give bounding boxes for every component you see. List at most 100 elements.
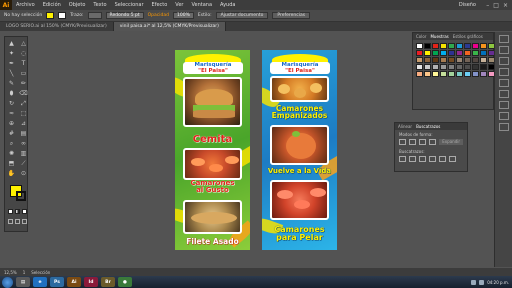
swatch-chip[interactable] [440, 50, 447, 56]
swatch-chip[interactable] [416, 64, 423, 70]
color-mode-icon[interactable] [8, 209, 13, 214]
swatch-chip[interactable] [456, 50, 463, 56]
warp-tool-icon[interactable]: ≈ [6, 109, 17, 118]
tab-estilos-graficos[interactable]: Estilos gráficos [453, 34, 483, 39]
photoshop-taskbar-icon[interactable]: Ps [50, 277, 64, 287]
swatch-chip[interactable] [424, 64, 431, 70]
swatch-chip[interactable] [456, 64, 463, 70]
tab-logo-serio[interactable]: LOGO SERIO.ai al 150% (CMYK/Previsualiza… [0, 22, 114, 31]
graph-tool-icon[interactable]: ▥ [18, 149, 29, 158]
bridge-taskbar-icon[interactable]: Br [101, 277, 115, 287]
line-tool-icon[interactable]: ╲ [6, 69, 17, 78]
artboard-number[interactable]: 1 [23, 270, 26, 275]
swatch-chip[interactable] [432, 64, 439, 70]
menu-card-green[interactable]: Marisquería "El Paisa" Cemita Camarones … [175, 50, 250, 250]
brushes-panel-icon[interactable] [498, 57, 509, 65]
minimize-icon[interactable]: – [486, 2, 489, 9]
gradient-mode-icon[interactable] [15, 209, 20, 214]
symbols-panel-icon[interactable] [498, 68, 509, 76]
swatch-chip[interactable] [432, 50, 439, 56]
menu-card-blue[interactable]: Marisquería "El Paisa" Camarones Empaniz… [262, 50, 337, 250]
swatch-chip[interactable] [456, 43, 463, 49]
menu-archivo[interactable]: Archivo [12, 2, 39, 8]
draw-inside-icon[interactable] [22, 219, 27, 224]
swatch-chip[interactable] [472, 71, 479, 77]
appearance-panel-icon[interactable] [498, 112, 509, 120]
scale-tool-icon[interactable]: ⤢ [18, 99, 29, 108]
trim-icon[interactable] [409, 156, 416, 162]
minus-back-icon[interactable] [449, 156, 456, 162]
swatch-chip[interactable] [416, 57, 423, 63]
swatch-chip[interactable] [448, 64, 455, 70]
swatches-panel-icon[interactable] [498, 46, 509, 54]
exclude-icon[interactable] [429, 139, 436, 145]
tab-buscatrazos[interactable]: Buscatrazos [416, 124, 440, 129]
menu-edicion[interactable]: Edición [39, 2, 65, 8]
swatch-chip[interactable] [464, 50, 471, 56]
fill-swatch[interactable] [46, 12, 55, 19]
swatch-chip[interactable] [480, 71, 487, 77]
workspace-label[interactable]: Diseño [459, 2, 476, 8]
swatch-chip[interactable] [472, 43, 479, 49]
swatch-chip[interactable] [480, 57, 487, 63]
swatch-chip[interactable] [464, 64, 471, 70]
brush-field[interactable]: Redondo 5 pt [105, 12, 144, 19]
swatch-chip[interactable] [432, 57, 439, 63]
menu-ver[interactable]: Ver [171, 2, 187, 8]
type-tool-icon[interactable]: T [18, 59, 29, 68]
opacity-field[interactable]: 100% [173, 12, 194, 19]
clock-time[interactable]: 04:20 p.m. [487, 280, 509, 285]
chrome-icon[interactable]: ● [118, 277, 132, 287]
stroke-panel-icon[interactable] [498, 79, 509, 87]
crop-icon[interactable] [429, 156, 436, 162]
stroke-color-icon[interactable] [16, 191, 26, 201]
swatch-chip[interactable] [448, 71, 455, 77]
swatch-chip[interactable] [448, 43, 455, 49]
tab-color[interactable]: Color [416, 34, 426, 39]
swatch-chip[interactable] [416, 43, 423, 49]
stroke-swatch[interactable] [58, 12, 67, 19]
tab-vinil-paisa[interactable]: vinil paisa.ai* al 12,5% (CMYK/Previsual… [113, 22, 226, 31]
swatch-chip[interactable] [480, 50, 487, 56]
swatch-chip[interactable] [440, 71, 447, 77]
gradient-panel-icon[interactable] [498, 90, 509, 98]
outline-icon[interactable] [439, 156, 446, 162]
transparency-panel-icon[interactable] [498, 101, 509, 109]
swatch-chip[interactable] [432, 71, 439, 77]
eraser-tool-icon[interactable]: ⌫ [18, 89, 29, 98]
menu-texto[interactable]: Texto [89, 2, 110, 8]
swatch-chip[interactable] [480, 64, 487, 70]
merge-icon[interactable] [419, 156, 426, 162]
blob-brush-icon[interactable]: ⬮ [6, 89, 17, 98]
swatch-chip[interactable] [472, 50, 479, 56]
magic-wand-icon[interactable]: ✦ [6, 49, 17, 58]
artboard-tool-icon[interactable]: ⬒ [6, 159, 17, 168]
gradient-tool-icon[interactable]: ▤ [18, 129, 29, 138]
rotate-tool-icon[interactable]: ↻ [6, 99, 17, 108]
perspective-grid-icon[interactable]: ⊿ [18, 119, 29, 128]
swatch-chip[interactable] [448, 50, 455, 56]
unite-icon[interactable] [399, 139, 406, 145]
fill-stroke-widget[interactable] [8, 183, 28, 205]
start-button-icon[interactable] [2, 276, 13, 288]
swatch-chip[interactable] [472, 64, 479, 70]
swatch-chip[interactable] [432, 43, 439, 49]
network-icon[interactable] [471, 279, 477, 285]
swatch-chip[interactable] [456, 71, 463, 77]
zoom-tool-icon[interactable]: ⊙ [18, 169, 29, 178]
divide-icon[interactable] [399, 156, 406, 162]
menu-efecto[interactable]: Efecto [148, 2, 172, 8]
swatch-chip[interactable] [424, 50, 431, 56]
tab-muestras[interactable]: Muestras [430, 34, 448, 39]
volume-icon[interactable] [479, 279, 485, 285]
none-mode-icon[interactable] [22, 209, 27, 214]
intersect-icon[interactable] [419, 139, 426, 145]
selection-tool-icon[interactable]: ▲ [6, 39, 17, 48]
blend-tool-icon[interactable]: ∞ [18, 139, 29, 148]
menu-ventana[interactable]: Ventana [187, 2, 216, 8]
layers-panel-icon[interactable] [498, 123, 509, 131]
close-icon[interactable]: × [503, 2, 508, 9]
free-transform-icon[interactable]: ⬚ [18, 109, 29, 118]
swatch-chip[interactable] [464, 57, 471, 63]
symbol-sprayer-icon[interactable]: ✺ [6, 149, 17, 158]
